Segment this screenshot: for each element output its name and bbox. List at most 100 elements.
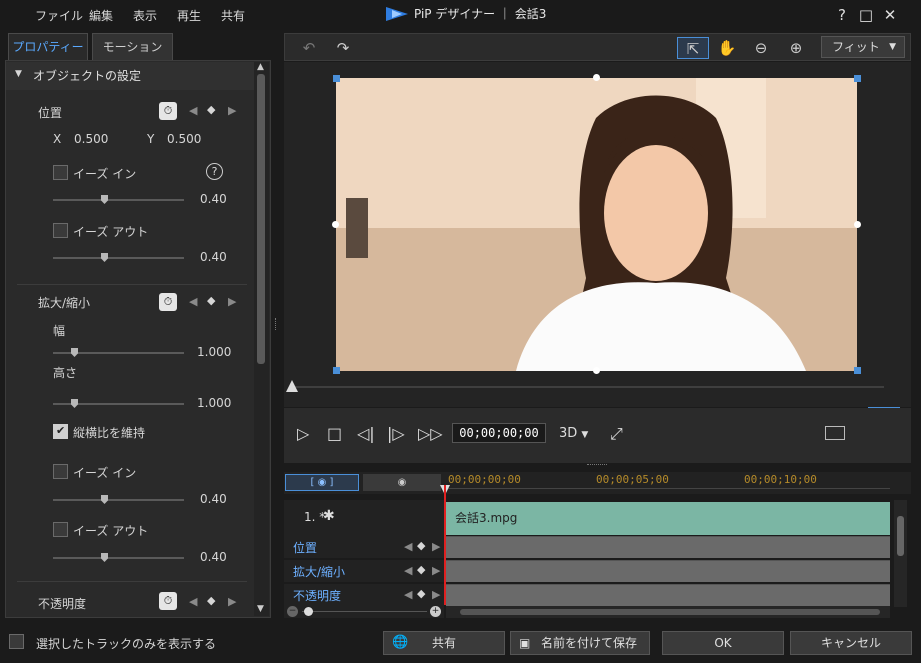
menu-share[interactable]: 共有: [221, 7, 245, 24]
maximize-button[interactable]: □: [856, 5, 876, 25]
add-keyframe-icon[interactable]: ◆: [207, 594, 215, 607]
tab-motion[interactable]: モーション: [92, 33, 173, 60]
close-button[interactable]: ✕: [880, 5, 900, 25]
resize-handle[interactable]: [854, 367, 861, 374]
fullscreen-icon[interactable]: ⤢: [610, 424, 623, 444]
fast-forward-icon[interactable]: ▷▷: [418, 424, 443, 443]
scale-ease-in-slider[interactable]: [53, 499, 184, 501]
tab-properties[interactable]: プロパティー: [8, 33, 88, 60]
scroll-up-icon[interactable]: ▲: [257, 62, 264, 72]
stop-icon[interactable]: □: [327, 424, 342, 443]
mode-3d-button[interactable]: 3D ▼: [559, 426, 588, 441]
track-row-opacity[interactable]: 不透明度 ◀ ◆ ▶: [284, 584, 444, 606]
add-keyframe-icon[interactable]: ◆: [207, 103, 215, 116]
next-frame-icon[interactable]: |▷: [387, 424, 405, 443]
add-keyframe-icon[interactable]: ◆: [417, 563, 425, 576]
help-button[interactable]: ?: [832, 5, 852, 25]
prev-keyframe-icon[interactable]: ◀: [404, 588, 412, 601]
undo-icon[interactable]: ↶: [297, 37, 321, 59]
zoom-out-icon[interactable]: −: [287, 606, 298, 617]
redo-icon[interactable]: ↷: [331, 37, 355, 59]
splitter-handle[interactable]: [275, 318, 278, 330]
keyframe-track[interactable]: [446, 560, 890, 582]
preview-scrubber[interactable]: [290, 386, 884, 388]
resize-handle[interactable]: [333, 75, 340, 82]
add-keyframe-icon[interactable]: ◆: [417, 587, 425, 600]
keyframe-track[interactable]: [446, 536, 890, 558]
ease-out-checkbox[interactable]: [53, 223, 68, 238]
scroll-thumb[interactable]: [460, 609, 880, 615]
timecode-display[interactable]: 00;00;00;00: [452, 423, 546, 443]
scale-ease-in-checkbox[interactable]: [53, 464, 68, 479]
prev-keyframe-icon[interactable]: ◀: [189, 295, 197, 308]
zoom-slider-thumb[interactable]: [304, 607, 313, 616]
help-icon[interactable]: ?: [206, 163, 223, 180]
save-as-button[interactable]: ▣ 名前を付けて保存: [510, 631, 650, 655]
timeline-ruler[interactable]: [446, 488, 890, 498]
scale-stopwatch-icon[interactable]: ⏱: [159, 293, 177, 311]
scroll-thumb[interactable]: [897, 516, 904, 556]
position-y-value[interactable]: 0.500: [167, 132, 201, 146]
ease-in-slider[interactable]: [53, 199, 184, 201]
menu-view[interactable]: 表示: [133, 7, 157, 24]
prev-frame-icon[interactable]: ◁|: [357, 424, 375, 443]
position-x-value[interactable]: 0.500: [74, 132, 108, 146]
next-keyframe-icon[interactable]: ▶: [432, 564, 440, 577]
position-stopwatch-icon[interactable]: ⏱: [159, 102, 177, 120]
keep-aspect-checkbox[interactable]: [53, 424, 68, 439]
add-keyframe-icon[interactable]: ◆: [207, 294, 215, 307]
resize-handle[interactable]: [593, 367, 600, 374]
keyframe-track[interactable]: [446, 584, 890, 606]
resize-handle[interactable]: [854, 75, 861, 82]
track-row-scale[interactable]: 拡大/縮小 ◀ ◆ ▶: [284, 560, 444, 582]
scroll-thumb[interactable]: [257, 74, 265, 364]
resize-handle[interactable]: [593, 74, 600, 81]
next-keyframe-icon[interactable]: ▶: [432, 588, 440, 601]
next-keyframe-icon[interactable]: ▶: [228, 295, 236, 308]
play-icon[interactable]: ▷: [297, 424, 309, 443]
menu-edit[interactable]: 編集: [89, 7, 113, 24]
timeline-hscroll[interactable]: [446, 606, 890, 618]
zoom-in-icon[interactable]: ⊕: [784, 37, 808, 59]
cancel-button[interactable]: キャンセル: [790, 631, 912, 655]
zoom-select[interactable]: フィット ▼: [821, 36, 905, 58]
collapse-icon[interactable]: ▼: [15, 69, 22, 79]
splitter-handle[interactable]: [587, 464, 607, 467]
scale-ease-out-slider[interactable]: [53, 557, 184, 559]
opacity-stopwatch-icon[interactable]: ⏱: [159, 592, 177, 610]
ease-out-slider[interactable]: [53, 257, 184, 259]
only-selected-checkbox[interactable]: [9, 634, 24, 649]
prev-keyframe-icon[interactable]: ◀: [404, 564, 412, 577]
zoom-in-icon[interactable]: +: [430, 606, 441, 617]
next-keyframe-icon[interactable]: ▶: [432, 540, 440, 553]
zoom-slider[interactable]: [302, 611, 427, 612]
next-keyframe-icon[interactable]: ▶: [228, 104, 236, 117]
mode-3d-label: 3D: [559, 426, 578, 441]
keyframe-mode-button[interactable]: ◉: [363, 474, 441, 491]
share-button[interactable]: 🌐 共有: [383, 631, 505, 655]
resize-handle[interactable]: [854, 221, 861, 228]
prev-keyframe-icon[interactable]: ◀: [189, 595, 197, 608]
properties-scrollbar[interactable]: [254, 62, 269, 616]
ease-in-checkbox[interactable]: [53, 165, 68, 180]
resize-handle[interactable]: [333, 367, 340, 374]
safe-zone-icon[interactable]: [825, 426, 845, 440]
zoom-out-icon[interactable]: ⊖: [749, 37, 773, 59]
video-clip[interactable]: 会話3.mpg: [446, 502, 890, 535]
add-keyframe-icon[interactable]: ◆: [417, 539, 425, 552]
timeline-vscroll[interactable]: [894, 500, 907, 607]
select-tool-icon[interactable]: ⇱: [677, 37, 709, 59]
timeline-mode-button[interactable]: [ ◉ ]: [285, 474, 359, 491]
next-keyframe-icon[interactable]: ▶: [228, 595, 236, 608]
prev-keyframe-icon[interactable]: ◀: [404, 540, 412, 553]
hand-tool-icon[interactable]: ✋: [715, 37, 739, 59]
scroll-down-icon[interactable]: ▼: [257, 604, 264, 614]
prev-keyframe-icon[interactable]: ◀: [189, 104, 197, 117]
resize-handle[interactable]: [332, 221, 339, 228]
track-row-position[interactable]: 位置 ◀ ◆ ▶: [284, 536, 444, 558]
menu-play[interactable]: 再生: [177, 7, 201, 24]
menu-file[interactable]: ファイル: [35, 7, 83, 24]
scale-ease-out-checkbox[interactable]: [53, 522, 68, 537]
ok-button[interactable]: OK: [662, 631, 784, 655]
video-frame[interactable]: [336, 78, 857, 371]
